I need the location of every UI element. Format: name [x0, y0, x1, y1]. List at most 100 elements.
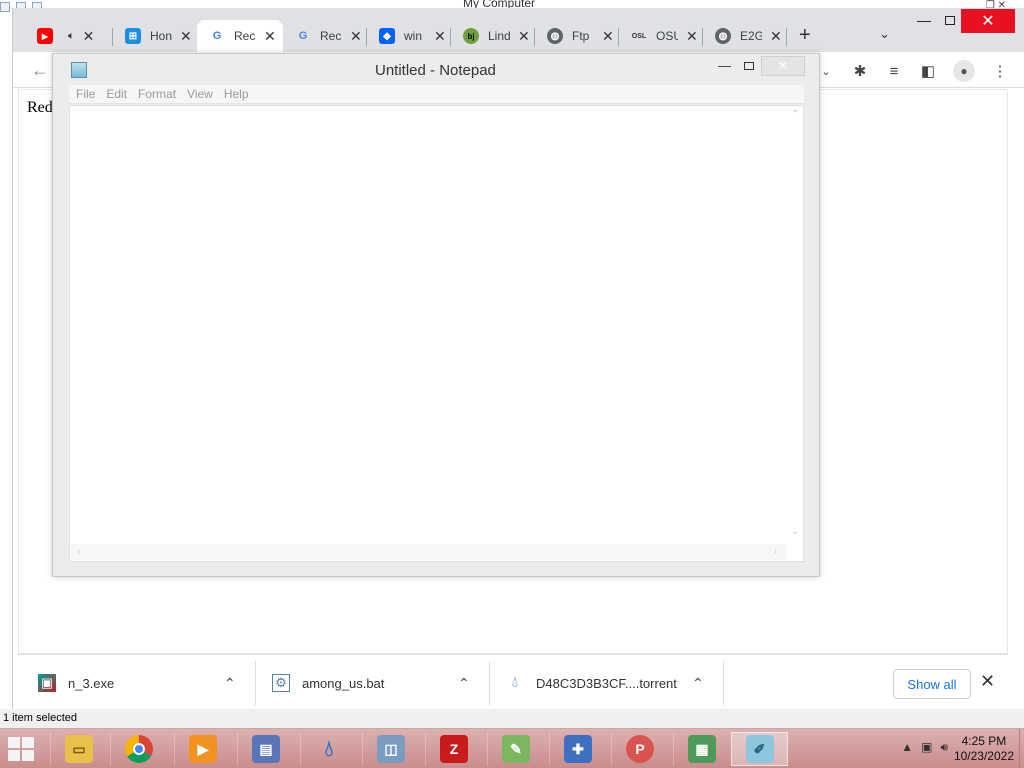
notepad-window: Untitled - Notepad — ✕ File Edit Format …: [52, 53, 820, 577]
chrome-maximize-icon[interactable]: [945, 16, 955, 25]
volume-icon[interactable]: 🔊︎: [940, 740, 948, 755]
taskbar-file-explorer[interactable]: ▭: [50, 732, 107, 766]
dropbox-icon: ◆: [379, 28, 395, 44]
drop-icon: 💧︎: [324, 736, 334, 761]
notepad-maximize-icon[interactable]: [744, 62, 754, 70]
tab-close-icon[interactable]: ✕: [770, 28, 782, 45]
tab-label: Rec: [320, 29, 342, 43]
tab-close-icon[interactable]: ✕: [602, 28, 614, 45]
download-item[interactable]: 💧︎ D48C3D3B3CF....torrent ⌃: [506, 655, 720, 711]
tab-label: Ftp: [572, 29, 590, 43]
tab-search-icon[interactable]: ⌄: [879, 26, 890, 42]
tab-ftp[interactable]: ◍ Ftp ✕: [535, 20, 617, 52]
taskbar-media-player[interactable]: ▶: [174, 732, 231, 766]
taskbar-notepad[interactable]: ✐: [731, 732, 788, 766]
menu-help[interactable]: Help: [224, 87, 249, 101]
side-panel-icon[interactable]: ◧: [919, 62, 937, 80]
chevron-up-icon[interactable]: ⌃: [692, 675, 704, 692]
taskbar-my-computer[interactable]: ▤: [237, 732, 294, 766]
notepad-title: Untitled - Notepad: [375, 62, 496, 79]
tab-active-google[interactable]: G Rec ✕: [197, 20, 283, 52]
explorer-status-bar: 1 item selected: [0, 709, 1024, 728]
network-icon[interactable]: ▣: [921, 740, 932, 755]
tab-label: Hon: [150, 29, 172, 43]
menu-file[interactable]: File: [76, 87, 95, 101]
taskbar-drop-app[interactable]: 💧︎: [300, 732, 357, 766]
tab-label: win: [404, 29, 423, 43]
google-icon: G: [212, 30, 222, 42]
taskbar-notes[interactable]: ▦: [673, 732, 730, 766]
tab-osu[interactable]: OSL OSU ✕: [619, 20, 701, 52]
clock-time: 4:25 PM: [961, 734, 1007, 748]
monitor-icon: ◫: [377, 735, 405, 763]
tab-close-icon[interactable]: ✕: [518, 28, 530, 45]
tab-label: OSU: [656, 29, 678, 43]
system-clock[interactable]: 4:25 PM 10/23/2022: [954, 734, 1014, 764]
filezilla-icon: Z: [440, 735, 468, 763]
tab-google[interactable]: G Rec ✕: [283, 20, 365, 52]
toolbar-actions: ⌄ ✱ ≡ ◧ ● ⋮: [817, 60, 1009, 82]
tab-close-icon[interactable]: ✕: [83, 28, 95, 45]
taskbar-paint[interactable]: P: [611, 732, 668, 766]
taskbar-chrome[interactable]: [110, 732, 167, 766]
chevron-up-icon[interactable]: ⌃: [458, 675, 470, 692]
tab-dropbox[interactable]: ◆ win ✕: [367, 20, 449, 52]
taskbar-monitor[interactable]: ◫: [362, 732, 419, 766]
tab-home[interactable]: ⊞ Hon ✕: [113, 20, 195, 52]
download-item[interactable]: ▣ n_3.exe ⌃: [38, 655, 252, 711]
extensions-puzzle-icon[interactable]: ✱: [851, 62, 869, 80]
tab-strip: ▶ 🔈︎ ✕ ⊞ Hon ✕ G Rec ✕ G Rec ✕ ◆ win ✕ b…: [13, 8, 1024, 52]
download-filename: n_3.exe: [68, 675, 115, 691]
status-text: 1 item selected: [3, 712, 77, 724]
download-item[interactable]: ⚙ among_us.bat ⌃: [272, 655, 486, 711]
download-filename: among_us.bat: [302, 675, 385, 691]
tab-e2g[interactable]: ◍ E2G ✕: [703, 20, 785, 52]
chevron-up-icon[interactable]: ⌃: [224, 675, 236, 692]
download-shelf: ▣ n_3.exe ⌃ ⚙ among_us.bat ⌃ 💧︎ D48C3D3B…: [18, 654, 1008, 710]
tab-label: Rec: [234, 29, 256, 43]
chrome-icon: [125, 735, 153, 763]
taskbar-puzzle-app[interactable]: ✚: [549, 732, 606, 766]
menu-format[interactable]: Format: [138, 87, 176, 101]
taskbar-filezilla[interactable]: Z: [425, 732, 482, 766]
chrome-close-button[interactable]: ✕: [961, 9, 1015, 33]
notepadpp-icon: ✎: [502, 735, 530, 763]
chrome-minimize-icon[interactable]: —: [917, 12, 931, 28]
windows-icon: ⊞: [125, 28, 141, 44]
close-download-shelf-icon[interactable]: ✕: [980, 671, 995, 692]
download-filename: D48C3D3B3CF....torrent: [536, 675, 677, 691]
tab-lind[interactable]: bj Lind ✕: [451, 20, 533, 52]
tab-close-icon[interactable]: ✕: [264, 28, 276, 45]
notepad-icon: ✐: [745, 735, 774, 763]
bat-icon: ⚙: [272, 674, 290, 692]
tab-label: Lind: [488, 29, 510, 43]
reading-list-icon[interactable]: ≡: [885, 62, 903, 80]
show-hidden-icons-icon[interactable]: ▲: [901, 740, 913, 755]
notepad-minimize-icon[interactable]: —: [718, 58, 731, 73]
audio-playing-icon[interactable]: 🔈︎: [68, 30, 75, 43]
notepad-menu-bar: File Edit Format View Help: [69, 85, 804, 104]
tab-close-icon[interactable]: ✕: [686, 28, 698, 45]
menu-kebab-icon[interactable]: ⋮: [991, 62, 1009, 80]
tab-close-icon[interactable]: ✕: [350, 28, 362, 45]
notepad-app-icon: [71, 62, 87, 78]
show-all-button[interactable]: Show all: [893, 669, 971, 699]
exe-icon: ▣: [38, 674, 56, 692]
osu-icon: OSL: [631, 32, 647, 40]
notepad-text-area[interactable]: [69, 105, 804, 562]
new-tab-button[interactable]: +: [799, 24, 811, 47]
notepad-close-button[interactable]: ✕: [761, 56, 805, 76]
profile-avatar-icon[interactable]: ●: [953, 60, 975, 82]
show-desktop-button[interactable]: [1019, 729, 1024, 768]
globe-icon: ◍: [547, 28, 563, 44]
explorer-app-icon: [0, 2, 10, 12]
back-arrow-icon[interactable]: ←: [31, 60, 49, 81]
start-button[interactable]: [8, 737, 38, 763]
menu-edit[interactable]: Edit: [106, 87, 127, 101]
menu-view[interactable]: View: [187, 87, 213, 101]
tab-close-icon[interactable]: ✕: [434, 28, 446, 45]
tab-label: E2G: [740, 29, 762, 43]
tab-close-icon[interactable]: ✕: [180, 28, 192, 45]
taskbar-notepadpp[interactable]: ✎: [487, 732, 544, 766]
tab-youtube[interactable]: ▶ 🔈︎ ✕: [25, 20, 111, 52]
